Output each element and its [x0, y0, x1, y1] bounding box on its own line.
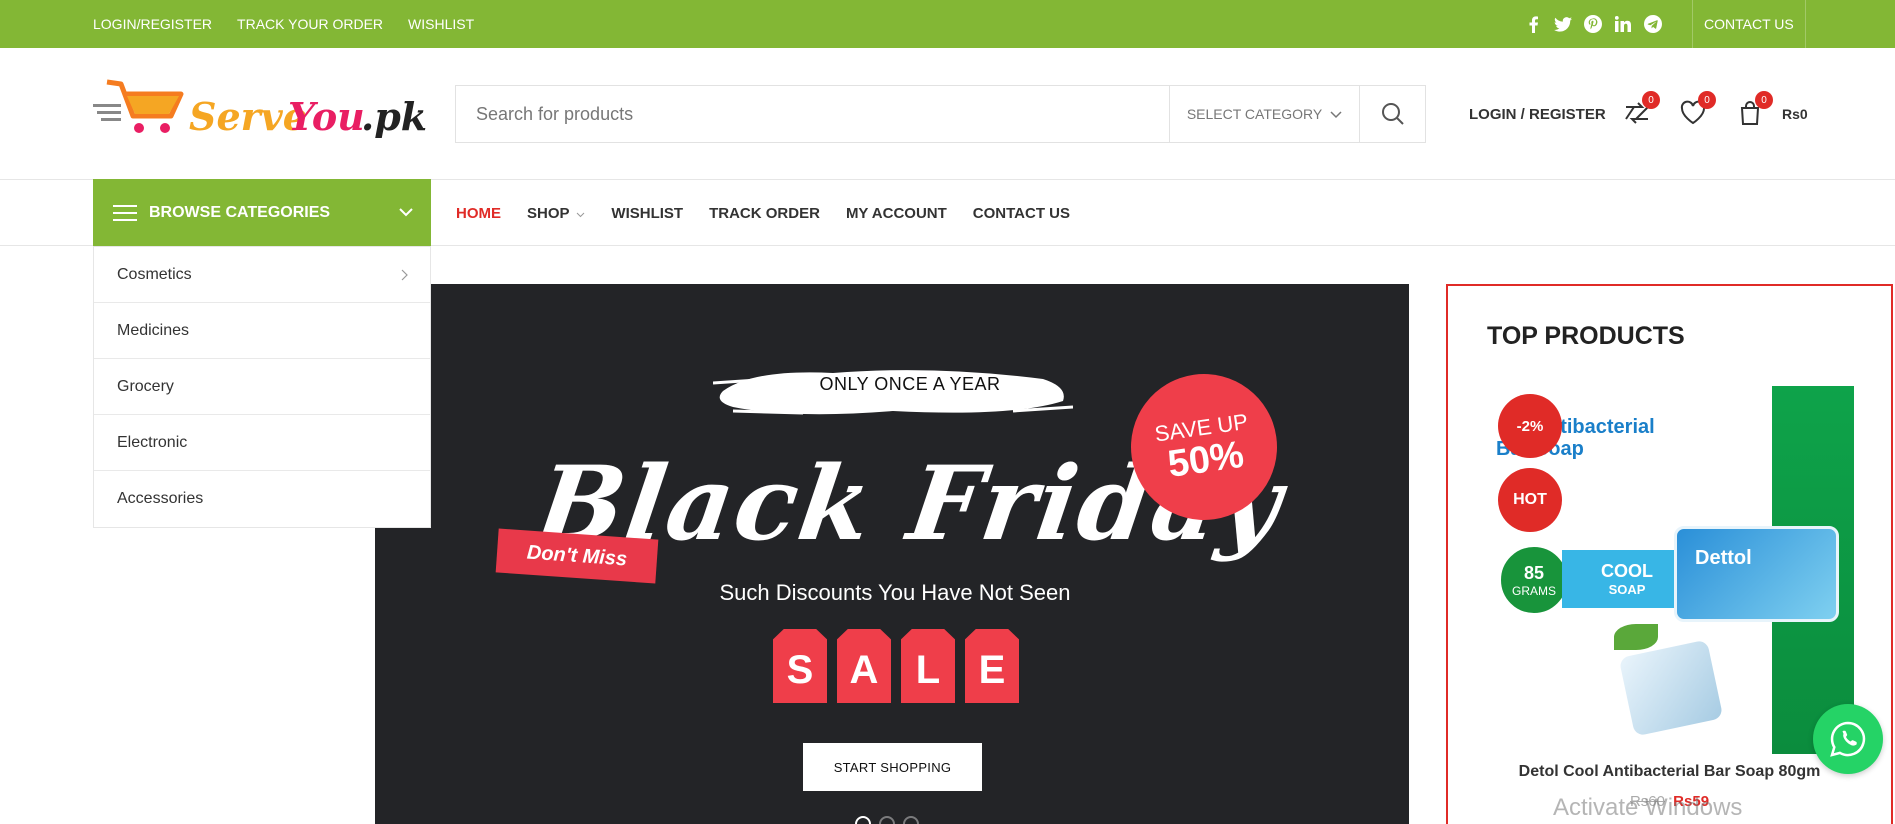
cart-total[interactable]: Rs0 — [1782, 96, 1808, 132]
search-input[interactable]: Search for products — [456, 86, 1170, 142]
category-select-label: SELECT CATEGORY — [1186, 106, 1323, 122]
compare-count-badge: 0 — [1642, 91, 1660, 109]
windows-activation-watermark: Activate Windows — [1553, 794, 1743, 821]
soap-label: SOAP — [1608, 582, 1646, 597]
category-item-electronic[interactable]: Electronic — [94, 415, 430, 471]
twitter-icon[interactable] — [1554, 15, 1572, 33]
category-item-label: Electronic — [117, 433, 188, 451]
pinterest-icon[interactable] — [1584, 15, 1602, 33]
menu-item-track-order[interactable]: TRACK ORDER — [709, 205, 820, 222]
grams-number: 85 — [1523, 562, 1545, 583]
sale-tag: E — [965, 629, 1019, 703]
site-header: Serve You .pk Search for products SELECT… — [0, 48, 1895, 180]
category-item-grocery[interactable]: Grocery — [94, 359, 430, 415]
chevron-down-icon — [399, 208, 413, 217]
save-up-percent: 50% — [1165, 433, 1247, 486]
top-link-wishlist[interactable]: WISHLIST — [408, 16, 474, 32]
menu: HOME SHOP WISHLIST TRACK ORDER MY ACCOUN… — [456, 180, 1070, 246]
hero-tagline: ONLY ONCE A YEAR — [819, 374, 1001, 394]
cart-count-badge: 0 — [1755, 91, 1773, 109]
pack-text: ntibacterial — [1548, 416, 1655, 438]
top-bar: LOGIN/REGISTER TRACK YOUR ORDER WISHLIST… — [0, 0, 1895, 48]
top-bar-links: LOGIN/REGISTER TRACK YOUR ORDER WISHLIST — [93, 0, 474, 48]
top-link-track-order[interactable]: TRACK YOUR ORDER — [237, 16, 383, 32]
cool-label: COOL — [1601, 561, 1653, 581]
browse-categories-button[interactable]: BROWSE CATEGORIES — [93, 179, 431, 246]
sale-tag: A — [837, 629, 891, 703]
cart-button[interactable]: 0 — [1735, 91, 1773, 128]
category-item-medicines[interactable]: Medicines — [94, 303, 430, 359]
site-logo[interactable]: Serve You .pk — [93, 76, 431, 152]
menu-item-shop-label: SHOP — [527, 204, 570, 222]
social-links — [1524, 0, 1662, 48]
wishlist-button[interactable]: 0 — [1678, 91, 1716, 128]
hot-badge: HOT — [1498, 468, 1562, 532]
top-products-title: TOP PRODUCTS — [1487, 322, 1685, 350]
category-item-label: Cosmetics — [117, 265, 192, 283]
chevron-right-icon — [401, 269, 408, 280]
chevron-down-icon — [1330, 106, 1342, 122]
menu-item-my-account[interactable]: MY ACCOUNT — [846, 205, 947, 222]
slider-dot[interactable] — [879, 816, 895, 824]
menu-item-wishlist[interactable]: WISHLIST — [611, 205, 683, 222]
category-item-cosmetics[interactable]: Cosmetics — [94, 247, 430, 303]
slider-dot[interactable] — [855, 816, 871, 824]
hero-subtitle: Such Discounts You Have Not Seen — [719, 580, 1071, 605]
hamburger-icon — [113, 204, 137, 221]
sale-tags: S A L E — [773, 629, 1019, 703]
slider-dot[interactable] — [903, 816, 919, 824]
soap-bar-graphic: Dettol — [1674, 526, 1839, 622]
menu-item-home[interactable]: HOME — [456, 205, 501, 222]
search-bar: Search for products SELECT CATEGORY — [455, 85, 1426, 143]
top-bar-divider — [1692, 0, 1693, 48]
main-nav: BROWSE CATEGORIES HOME SHOP WISHLIST TRA… — [0, 179, 1895, 246]
svg-text:You: You — [288, 94, 365, 139]
grams-unit: GRAMS — [1511, 583, 1556, 598]
sale-tag: S — [773, 629, 827, 703]
ice-cube-graphic — [1618, 639, 1724, 737]
svg-text:.pk: .pk — [361, 94, 427, 139]
linkedin-icon[interactable] — [1614, 15, 1632, 33]
header-login-link[interactable]: LOGIN / REGISTER — [1469, 96, 1606, 132]
discount-badge: -2% — [1498, 394, 1562, 458]
chevron-down-icon — [577, 212, 585, 217]
whatsapp-button[interactable] — [1813, 704, 1883, 774]
search-button[interactable] — [1360, 86, 1425, 142]
top-bar-divider — [1805, 0, 1806, 48]
slider-dots — [855, 816, 919, 824]
top-link-login[interactable]: LOGIN/REGISTER — [93, 16, 212, 32]
hero-banner: ONLY ONCE A YEAR Black Friday SAVE UP 50… — [375, 284, 1409, 824]
mint-leaf-graphic — [1614, 624, 1658, 650]
compare-button[interactable]: 0 — [1622, 91, 1660, 128]
start-shopping-button[interactable]: START SHOPPING — [803, 743, 982, 791]
facebook-icon[interactable] — [1524, 15, 1542, 33]
category-item-label: Grocery — [117, 377, 174, 395]
menu-item-shop[interactable]: SHOP — [527, 205, 585, 222]
whatsapp-icon — [1830, 721, 1866, 757]
top-link-contact[interactable]: CONTACT US — [1704, 0, 1794, 48]
soap-brand: Dettol — [1695, 547, 1752, 569]
category-item-label: Medicines — [117, 321, 190, 339]
grams-badge: 85 GRAMS — [1498, 544, 1570, 616]
sale-tag: L — [901, 629, 955, 703]
category-list: Cosmetics Medicines Grocery Electronic A… — [93, 246, 431, 528]
category-item-label: Accessories — [117, 490, 204, 507]
telegram-icon[interactable] — [1644, 15, 1662, 33]
category-item-accessories[interactable]: Accessories — [94, 471, 430, 527]
browse-categories-label: BROWSE CATEGORIES — [149, 203, 331, 221]
wishlist-count-badge: 0 — [1698, 91, 1716, 109]
cool-soap-label: COOL SOAP — [1562, 550, 1692, 608]
search-icon — [1381, 103, 1404, 125]
cart-logo-icon — [93, 79, 184, 133]
menu-item-contact[interactable]: CONTACT US — [973, 205, 1070, 222]
category-select[interactable]: SELECT CATEGORY — [1170, 86, 1360, 142]
